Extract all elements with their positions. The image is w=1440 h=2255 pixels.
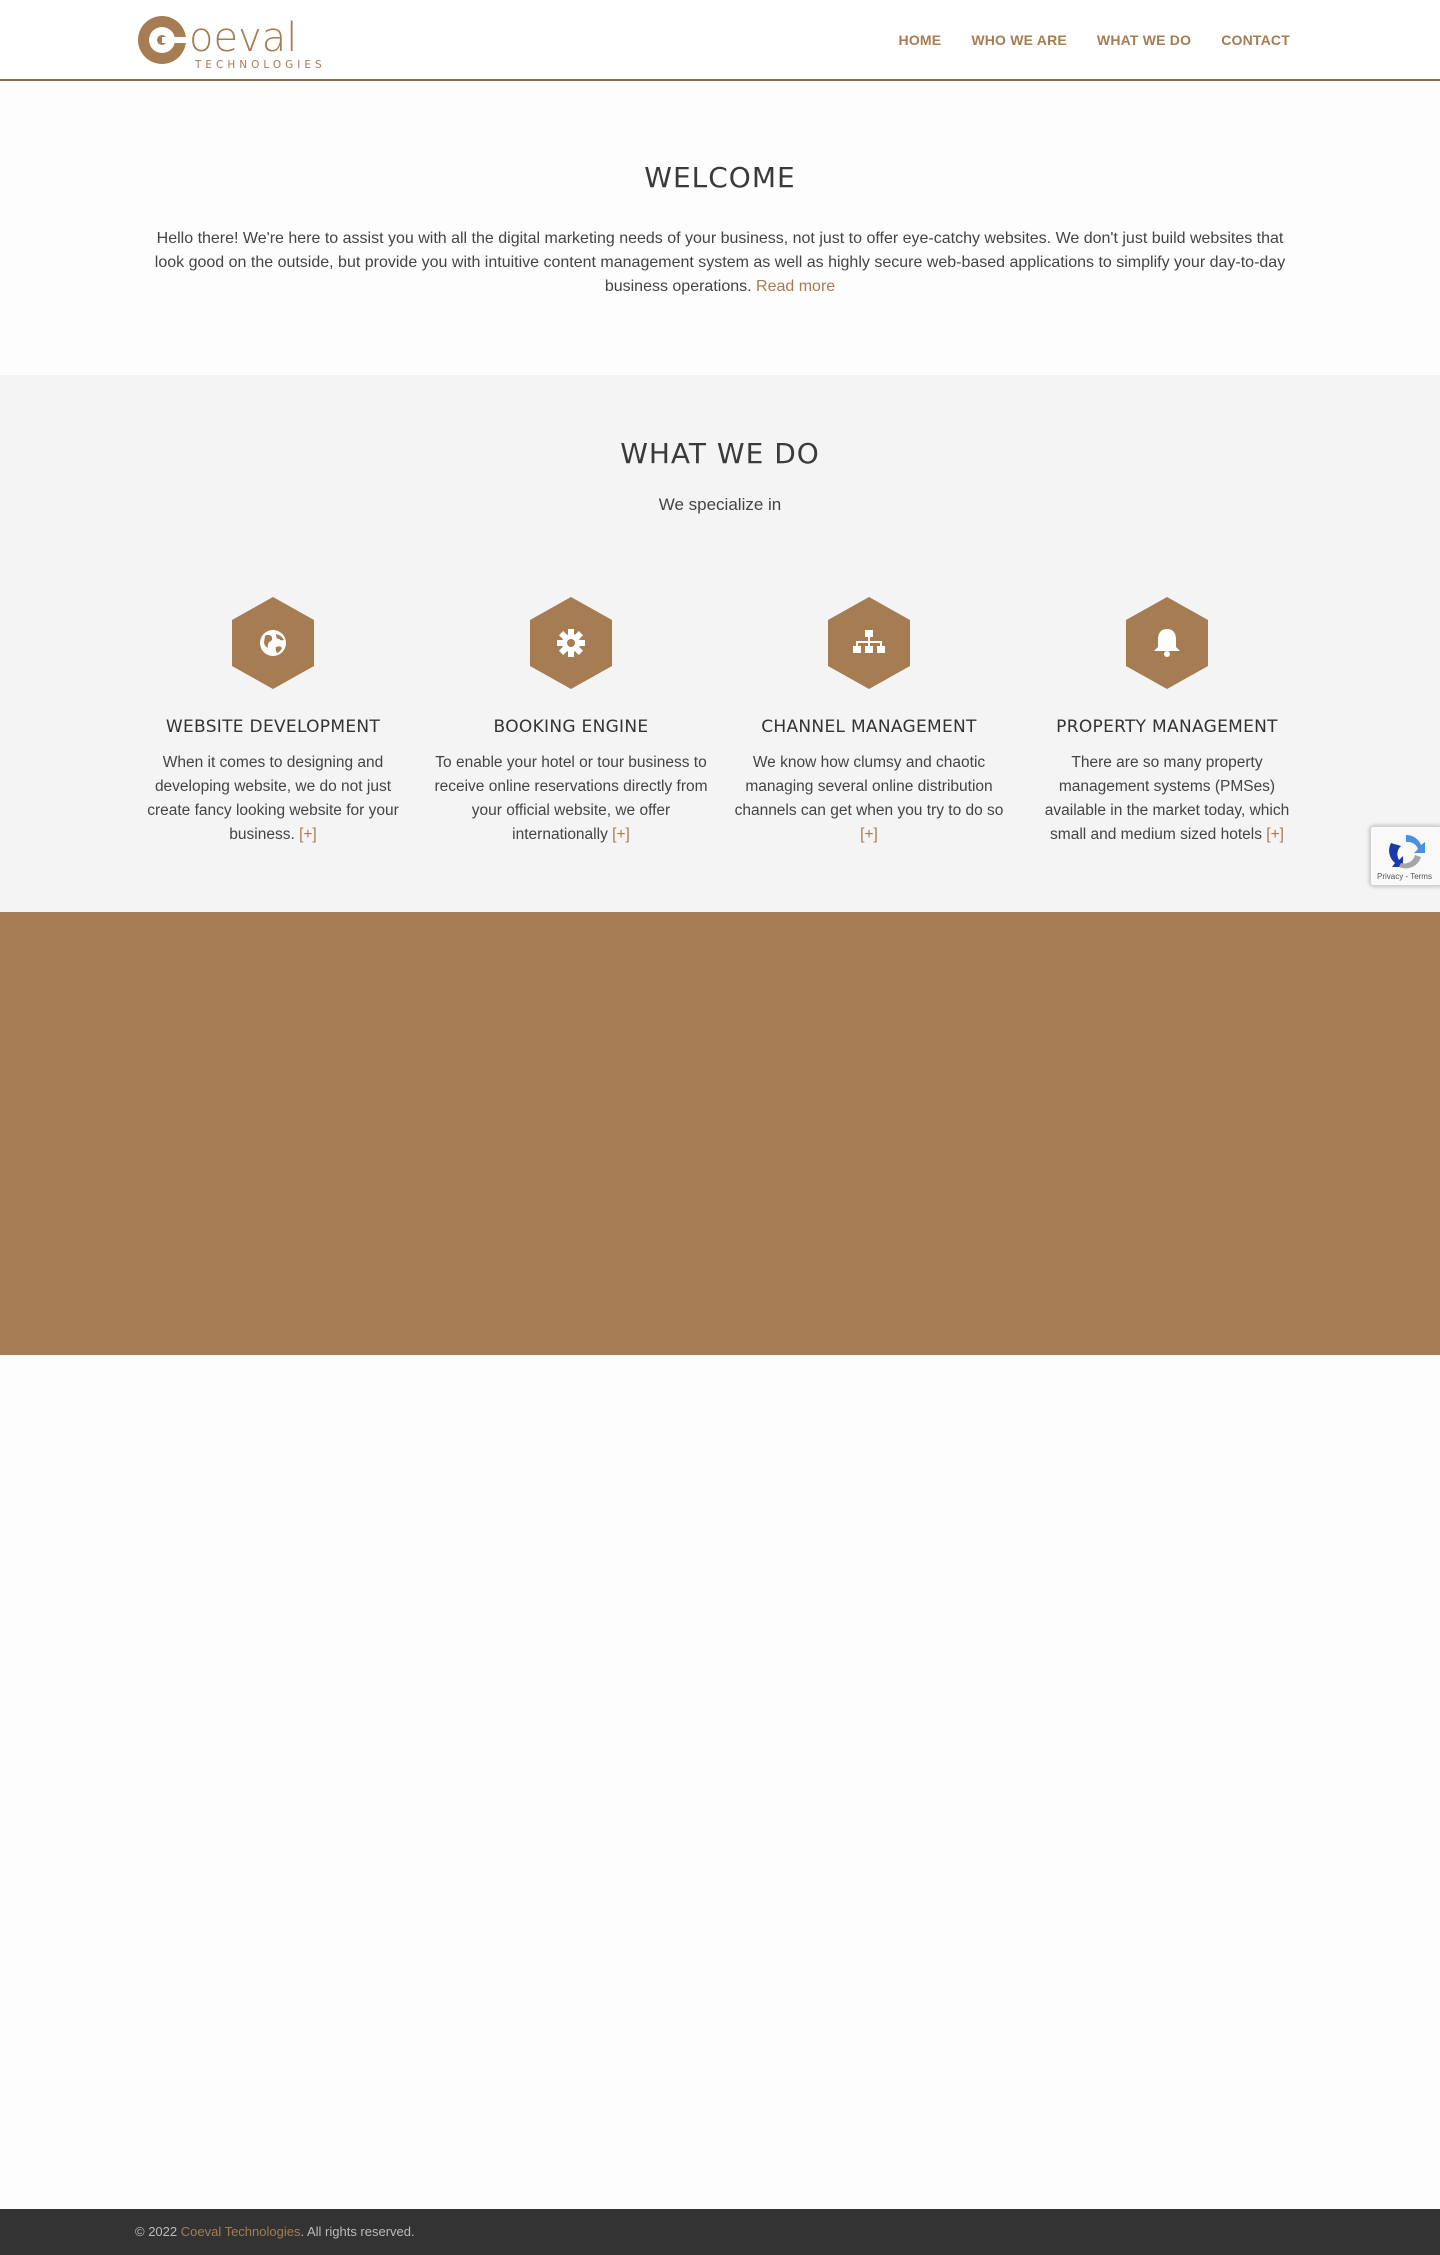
nav-home[interactable]: HOME: [899, 32, 942, 48]
welcome-body: Hello there! We're here to assist you wi…: [154, 230, 1286, 295]
service-description: When it comes to designing and developin…: [147, 754, 399, 843]
gear-icon: [530, 597, 612, 689]
recaptcha-icon: [1389, 834, 1425, 869]
service-channel-management: CHANNEL MANAGEMENT We know how clumsy an…: [731, 597, 1007, 847]
accent-band: [0, 912, 1440, 1355]
service-text: There are so many property management sy…: [1029, 751, 1305, 847]
service-description: There are so many property management sy…: [1044, 754, 1290, 843]
recaptcha-label[interactable]: Privacy - Terms: [1377, 872, 1432, 881]
service-property-management: PROPERTY MANAGEMENT There are so many pr…: [1029, 597, 1305, 847]
service-more-link[interactable]: [+]: [1266, 826, 1284, 843]
service-text: To enable your hotel or tour business to…: [433, 751, 709, 847]
bell-icon: [1126, 597, 1208, 689]
site-footer: © 2022 Coeval Technologies. All rights r…: [0, 2209, 1440, 2255]
sitemap-icon: [828, 597, 910, 689]
service-description: To enable your hotel or tour business to…: [434, 754, 708, 843]
service-title: PROPERTY MANAGEMENT: [1056, 717, 1278, 737]
services-grid: WEBSITE DEVELOPMENT When it comes to des…: [135, 597, 1305, 877]
what-we-do-section: WHAT WE DO We specialize in WEBSITE DEVE…: [0, 375, 1440, 912]
service-text: We know how clumsy and chaotic managing …: [731, 751, 1007, 847]
coeval-logo[interactable]: oeval TECHNOLOGIES: [135, 9, 350, 71]
copyright-suffix: . All rights reserved.: [300, 2224, 415, 2239]
main-nav: HOME WHO WE ARE WHAT WE DO CONTACT: [869, 0, 1290, 79]
copyright-prefix: © 2022: [135, 2224, 181, 2239]
welcome-text: Hello there! We're here to assist you wi…: [140, 227, 1300, 299]
service-more-link[interactable]: [+]: [612, 826, 630, 843]
read-more-link[interactable]: Read more: [756, 278, 835, 295]
svg-text:TECHNOLOGIES: TECHNOLOGIES: [194, 59, 326, 71]
nav-what-we-do[interactable]: WHAT WE DO: [1097, 32, 1191, 48]
nav-contact[interactable]: CONTACT: [1221, 32, 1290, 48]
service-text: When it comes to designing and developin…: [135, 751, 411, 847]
globe-icon: [232, 597, 314, 689]
copyright-text: © 2022 Coeval Technologies. All rights r…: [135, 2224, 415, 2239]
what-we-do-title: WHAT WE DO: [620, 437, 820, 470]
service-title: BOOKING ENGINE: [493, 717, 649, 737]
service-booking-engine: BOOKING ENGINE To enable your hotel or t…: [433, 597, 709, 847]
service-website-development: WEBSITE DEVELOPMENT When it comes to des…: [135, 597, 411, 847]
nav-who-we-are[interactable]: WHO WE ARE: [971, 32, 1067, 48]
service-more-link[interactable]: [+]: [860, 826, 878, 843]
welcome-section: WELCOME Hello there! We're here to assis…: [0, 81, 1440, 375]
site-header: oeval TECHNOLOGIES HOME WHO WE ARE WHAT …: [0, 0, 1440, 81]
welcome-title: WELCOME: [644, 161, 796, 194]
service-title: WEBSITE DEVELOPMENT: [165, 717, 381, 737]
svg-text:oeval: oeval: [189, 15, 297, 61]
recaptcha-badge[interactable]: Privacy - Terms: [1370, 826, 1440, 886]
service-title: CHANNEL MANAGEMENT: [761, 717, 977, 737]
service-more-link[interactable]: [+]: [299, 826, 317, 843]
service-description: We know how clumsy and chaotic managing …: [734, 754, 1004, 819]
company-link[interactable]: Coeval Technologies: [181, 2224, 301, 2239]
what-we-do-subtitle: We specialize in: [658, 495, 782, 514]
